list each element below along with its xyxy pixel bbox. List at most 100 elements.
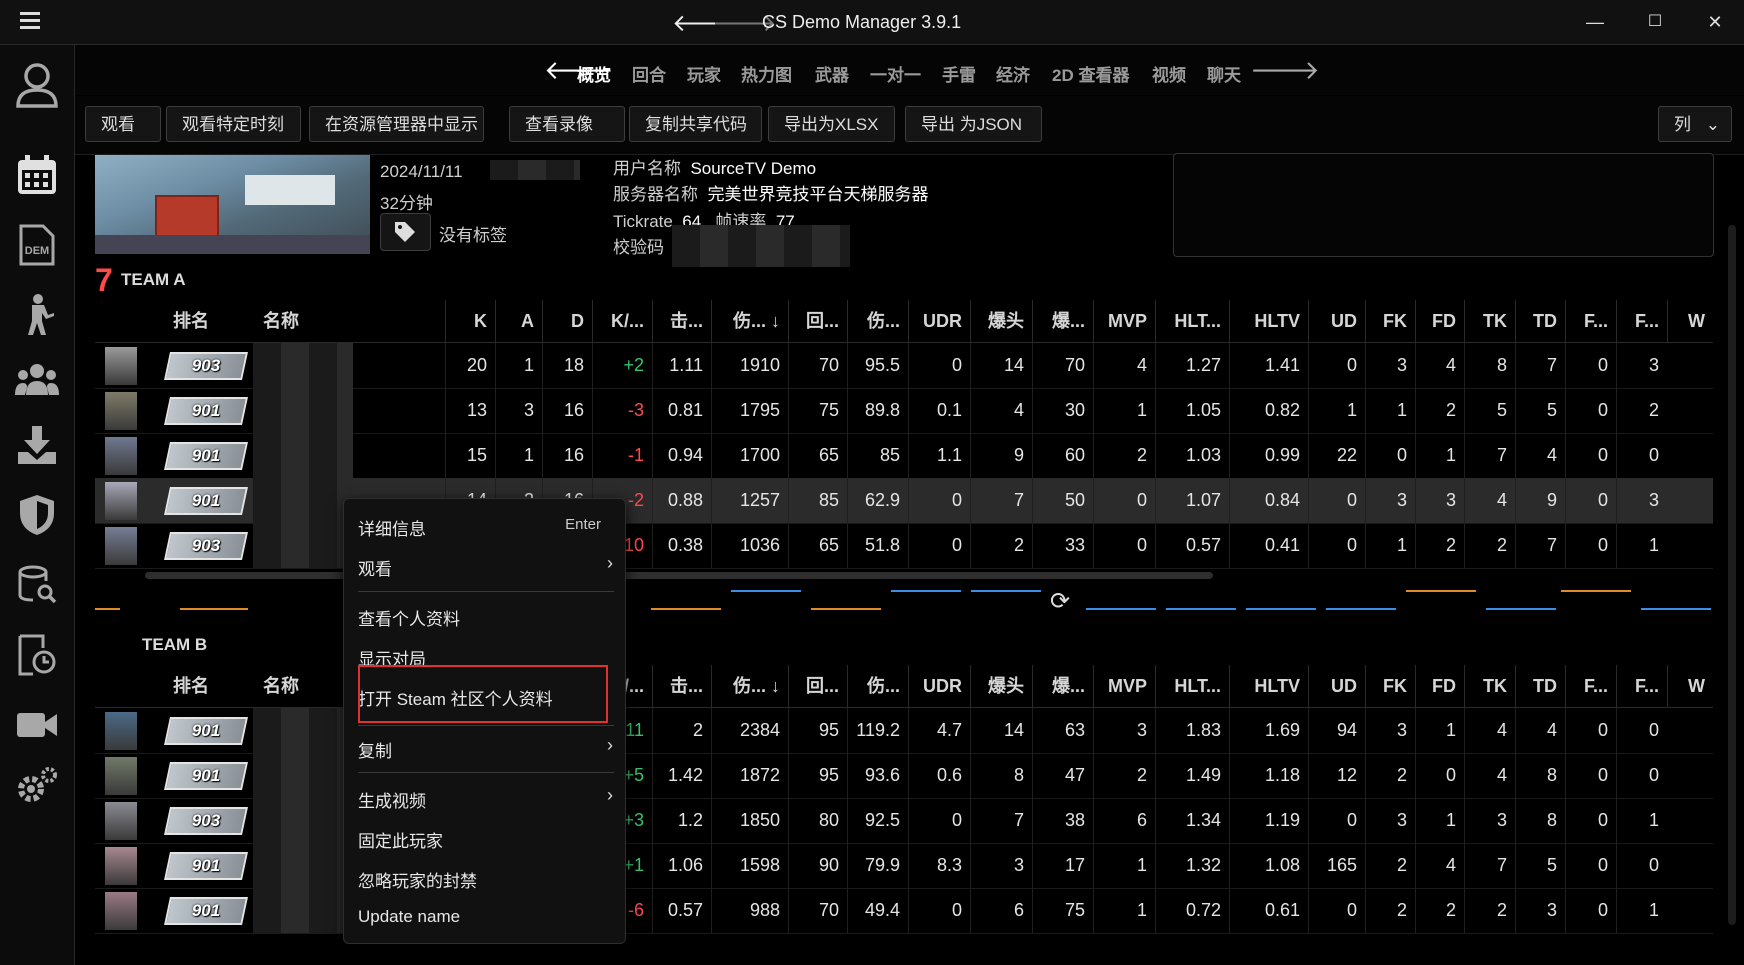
reveal-in-explorer-button[interactable]: 在资源管理器中显示 bbox=[309, 106, 484, 142]
column-header[interactable]: FK bbox=[1365, 665, 1415, 707]
sidebar-item-database[interactable] bbox=[0, 555, 74, 615]
column-header[interactable]: A bbox=[495, 300, 542, 342]
column-header[interactable]: UDR bbox=[908, 300, 970, 342]
comment-box[interactable] bbox=[1173, 153, 1714, 257]
column-header[interactable]: HLT... bbox=[1155, 300, 1229, 342]
tab-2d-viewer[interactable]: 2D 查看器 bbox=[1052, 61, 1129, 86]
export-xlsx-button[interactable]: 导出为XLSX bbox=[768, 106, 895, 142]
sidebar-item-downloads[interactable] bbox=[0, 415, 74, 475]
column-header[interactable]: TK bbox=[1464, 300, 1515, 342]
column-header[interactable]: 排名 bbox=[95, 300, 255, 342]
menu-item-pin-player[interactable]: 固定此玩家 bbox=[358, 827, 443, 852]
sidebar-item-settings[interactable] bbox=[0, 755, 74, 815]
table-row[interactable]: 901 15 1 16 -1 0.94 1700 65 85 1.1 9 60 2 1.03 0.99 22 0… bbox=[95, 433, 1713, 479]
column-header[interactable]: 伤... bbox=[847, 300, 908, 342]
sidebar-item-videos[interactable] bbox=[0, 695, 74, 755]
table-row[interactable]: 901 +1 1.06 1598 90 79.9 8.3 3 17 1 1.32 1.08 165 2 4 7… bbox=[95, 843, 1713, 889]
sidebar-item-account[interactable] bbox=[0, 55, 74, 115]
sidebar-item-teams[interactable] bbox=[0, 350, 74, 410]
column-header[interactable]: TD bbox=[1515, 300, 1565, 342]
tab-video[interactable]: 视频 bbox=[1152, 61, 1186, 86]
column-header[interactable]: FD bbox=[1415, 300, 1464, 342]
column-header[interactable]: 伤... ↓ bbox=[711, 665, 788, 707]
sidebar-item-history[interactable] bbox=[0, 625, 74, 685]
table-row[interactable]: 903 -10 0.38 1036 65 51.8 0 2 33 0 0.57 0.41 0 1 2 2 7 0 1 bbox=[95, 523, 1713, 569]
column-header[interactable]: FK bbox=[1365, 300, 1415, 342]
menu-item-watch[interactable]: 观看 bbox=[358, 555, 392, 580]
tab-rounds[interactable]: 回合 bbox=[632, 61, 666, 86]
sidebar-item-matches[interactable] bbox=[0, 145, 74, 205]
column-header[interactable]: F... bbox=[1565, 665, 1616, 707]
table-row[interactable]: 901 +5 1.42 1872 95 93.6 0.6 8 47 2 1.49 1.18 12 2 0 4 8… bbox=[95, 753, 1713, 799]
column-header[interactable]: 排名 bbox=[95, 665, 255, 707]
tag-button[interactable] bbox=[380, 213, 431, 251]
column-header[interactable]: 击... bbox=[652, 665, 711, 707]
maximize-button[interactable]: ☐ bbox=[1625, 0, 1685, 44]
column-header[interactable]: W bbox=[1667, 665, 1713, 707]
column-header[interactable]: 回... bbox=[788, 300, 847, 342]
column-header[interactable]: F... bbox=[1616, 300, 1667, 342]
column-header[interactable]: TK bbox=[1464, 665, 1515, 707]
tab-economy[interactable]: 经济 bbox=[996, 61, 1030, 86]
tab-grenades[interactable]: 手雷 bbox=[942, 61, 976, 86]
team-a-scrollbar[interactable] bbox=[145, 572, 1213, 579]
column-header[interactable]: F... bbox=[1616, 665, 1667, 707]
column-header[interactable]: 爆头 bbox=[970, 665, 1032, 707]
tab-heatmap[interactable]: 热力图 bbox=[741, 61, 792, 86]
menu-item-details[interactable]: 详细信息 bbox=[358, 515, 426, 540]
column-header[interactable]: F... bbox=[1565, 300, 1616, 342]
column-header[interactable]: K bbox=[445, 300, 495, 342]
sidebar-item-players[interactable] bbox=[0, 285, 74, 345]
tab-duels[interactable]: 一对一 bbox=[870, 61, 921, 86]
table-row[interactable]: 903 +3 1.2 1850 80 92.5 0 7 38 6 1.34 1.19 0 3 1 3 8 0 1 bbox=[95, 798, 1713, 844]
tab-forward-icon[interactable]: 🡒 bbox=[1250, 55, 1320, 86]
close-button[interactable]: ✕ bbox=[1685, 0, 1744, 44]
column-header[interactable]: MVP bbox=[1093, 300, 1155, 342]
tab-players[interactable]: 玩家 bbox=[687, 61, 721, 86]
column-header[interactable]: HLTV bbox=[1229, 665, 1308, 707]
sidebar-item-demos[interactable]: DEM bbox=[0, 215, 74, 275]
table-row[interactable]: 901 13 3 16 -3 0.81 1795 75 89.8 0.1 4 30 1 1.05 0.82 1… bbox=[95, 388, 1713, 434]
tab-overview[interactable]: 概览 bbox=[577, 61, 611, 86]
column-header[interactable]: UDR bbox=[908, 665, 970, 707]
column-header[interactable]: 名称 bbox=[255, 300, 445, 342]
table-row[interactable]: 903 20 1 18 +2 1.11 1910 70 95.5 0 14 70 4 1.27 1.41 0 3… bbox=[95, 343, 1713, 389]
column-header[interactable]: D bbox=[542, 300, 592, 342]
menu-item-generate-video[interactable]: 生成视频 bbox=[358, 787, 426, 812]
tab-chat[interactable]: 聊天 bbox=[1207, 61, 1241, 86]
view-recording-button[interactable]: 查看录像 bbox=[509, 106, 625, 142]
minimize-button[interactable]: — bbox=[1565, 0, 1625, 44]
column-header[interactable]: HLT... bbox=[1155, 665, 1229, 707]
column-header[interactable]: TD bbox=[1515, 665, 1565, 707]
column-header[interactable]: HLTV bbox=[1229, 300, 1308, 342]
column-header[interactable]: 爆头 bbox=[970, 300, 1032, 342]
column-header[interactable]: 伤... bbox=[847, 665, 908, 707]
menu-item-update-name[interactable]: Update name bbox=[358, 907, 460, 927]
column-header[interactable]: UD bbox=[1308, 665, 1365, 707]
hamburger-menu-icon[interactable] bbox=[20, 12, 40, 29]
column-header[interactable]: MVP bbox=[1093, 665, 1155, 707]
menu-item-view-profile[interactable]: 查看个人资料 bbox=[358, 605, 460, 630]
page-scrollbar[interactable] bbox=[1728, 225, 1736, 925]
table-row[interactable]: 901 +11 2 2384 95 119.2 4.7 14 63 3 1.83 1.69 94 3 1 4 4… bbox=[95, 708, 1713, 754]
column-header[interactable]: 伤... ↓ bbox=[711, 300, 788, 342]
menu-item-copy[interactable]: 复制 bbox=[358, 737, 392, 762]
column-header[interactable]: 爆... bbox=[1032, 665, 1093, 707]
table-row[interactable]: 901 -6 0.57 988 70 49.4 0 6 75 1 0.72 0.61 0 2 2 2 3 0 1 bbox=[95, 888, 1713, 934]
watch-button[interactable]: 观看 bbox=[85, 106, 161, 142]
column-header[interactable]: FD bbox=[1415, 665, 1464, 707]
sidebar-item-bans[interactable] bbox=[0, 485, 74, 545]
tab-weapons[interactable]: 武器 bbox=[815, 61, 849, 86]
watch-at-tick-button[interactable]: 观看特定时刻 bbox=[166, 106, 301, 142]
column-header[interactable]: UD bbox=[1308, 300, 1365, 342]
copy-share-code-button[interactable]: 复制共享代码 bbox=[629, 106, 762, 142]
column-header[interactable]: 爆... bbox=[1032, 300, 1093, 342]
column-header[interactable]: K/... bbox=[592, 300, 652, 342]
columns-dropdown[interactable]: 列 ⌄ bbox=[1658, 106, 1732, 142]
column-header[interactable]: 击... bbox=[652, 300, 711, 342]
menu-item-ignore-bans[interactable]: 忽略玩家的封禁 bbox=[358, 867, 477, 892]
column-header[interactable]: 回... bbox=[788, 665, 847, 707]
table-row[interactable]: 90114216-20.8812578562.9075001.070.84033… bbox=[95, 478, 1713, 524]
export-json-button[interactable]: 导出 为JSON bbox=[905, 106, 1042, 142]
column-header[interactable]: W bbox=[1667, 300, 1713, 342]
